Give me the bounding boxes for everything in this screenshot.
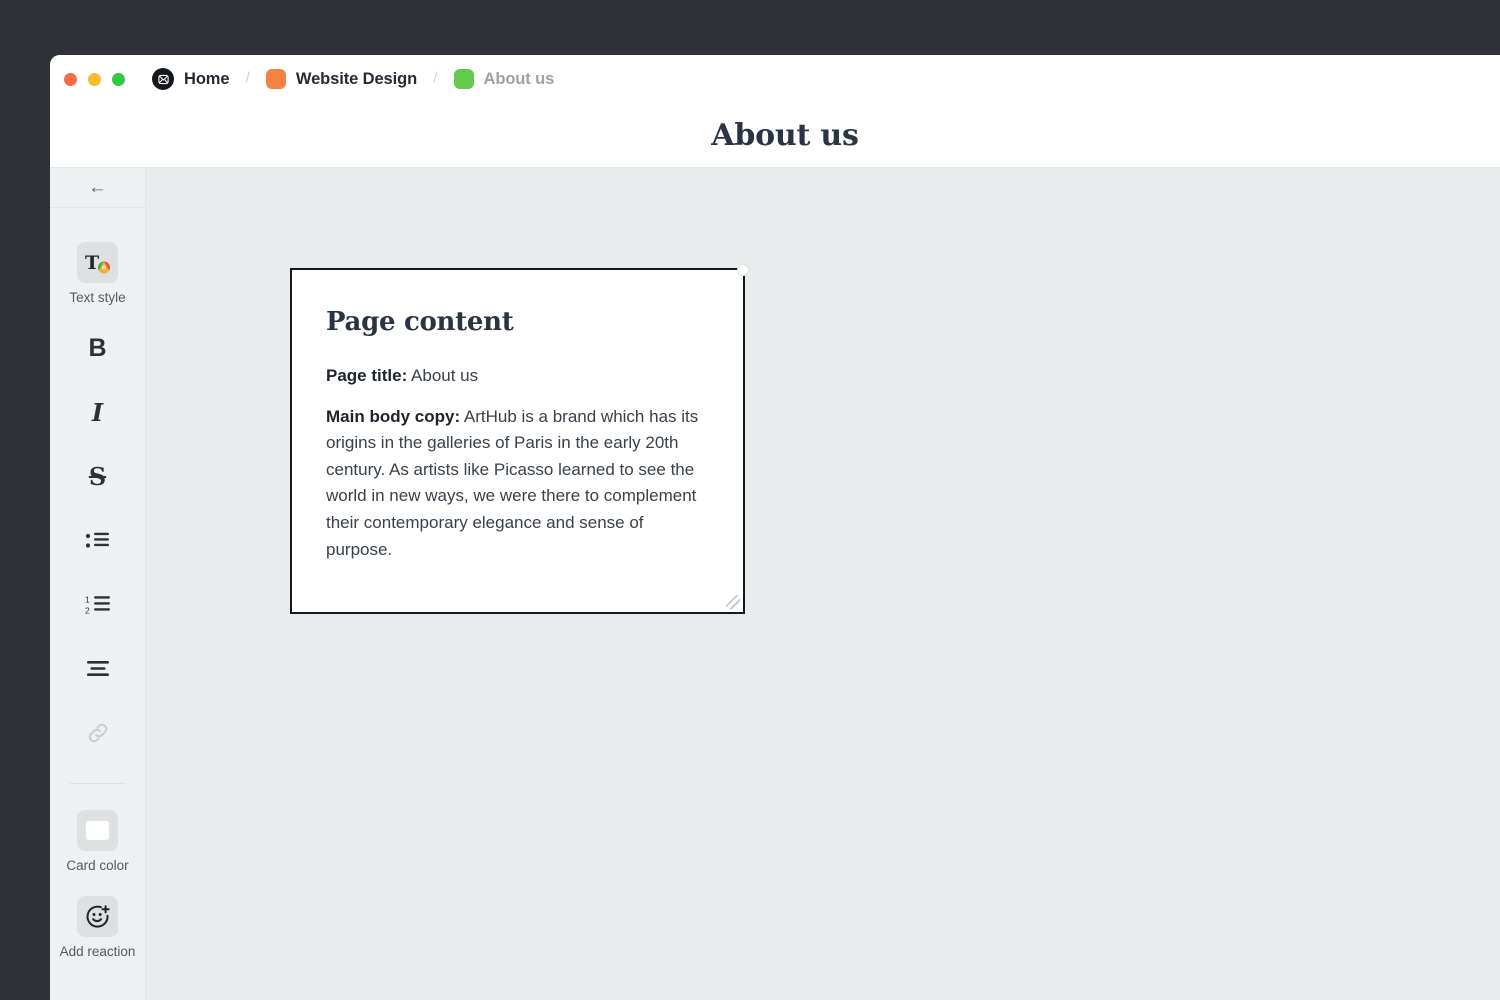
- formatting-sidebar: ← T Text style: [50, 168, 146, 1000]
- sidebar-item-add-reaction[interactable]: Add reaction: [50, 896, 145, 959]
- card-body: Page content Page title: About us Main b…: [292, 270, 743, 563]
- bold-icon: B: [77, 328, 118, 369]
- card-title: Page content: [326, 307, 709, 337]
- card-field-page-title: Page title: About us: [326, 363, 709, 390]
- text-style-icon: T: [77, 242, 118, 283]
- breadcrumb-item-website-design[interactable]: Website Design: [266, 69, 417, 89]
- italic-icon: I: [77, 392, 118, 433]
- canvas[interactable]: Page content Page title: About us Main b…: [146, 168, 1500, 1000]
- add-reaction-icon: [77, 896, 118, 937]
- card-color-icon: [77, 810, 118, 851]
- arrow-left-icon: ←: [88, 178, 107, 197]
- page-title: About us: [711, 118, 858, 153]
- sidebar-label-text-style: Text style: [69, 290, 125, 305]
- numbered-list-icon: 1 2: [77, 584, 118, 625]
- link-icon: [77, 712, 118, 753]
- sidebar-item-card-color[interactable]: Card color: [50, 810, 145, 873]
- sidebar-divider: [70, 783, 126, 784]
- card-field-label: Main body copy:: [326, 407, 460, 426]
- sidebar-item-bold[interactable]: B: [50, 328, 145, 369]
- app-logo-icon: [152, 68, 174, 90]
- sidebar-label-add-reaction: Add reaction: [60, 944, 136, 959]
- sidebar-item-link[interactable]: [50, 712, 145, 753]
- sidebar-item-text-style[interactable]: T Text style: [50, 242, 145, 305]
- card-field-label: Page title:: [326, 366, 407, 385]
- align-center-icon: [77, 648, 118, 689]
- titlebar: Home / Website Design / About us: [50, 55, 1500, 103]
- italic-glyph: I: [92, 398, 103, 427]
- breadcrumb-item-about-us[interactable]: About us: [454, 69, 555, 89]
- close-button[interactable]: [64, 73, 77, 86]
- strikethrough-glyph: S: [89, 462, 106, 491]
- breadcrumb-label-about-us: About us: [484, 70, 555, 89]
- svg-text:1: 1: [85, 594, 90, 604]
- sidebar-item-bulleted-list[interactable]: [50, 520, 145, 561]
- content-card[interactable]: Page content Page title: About us Main b…: [290, 268, 745, 614]
- breadcrumb-separator: /: [245, 70, 249, 88]
- maximize-button[interactable]: [112, 73, 125, 86]
- minimize-button[interactable]: [88, 73, 101, 86]
- board-swatch-green-icon: [454, 69, 474, 89]
- breadcrumb-item-home[interactable]: Home: [152, 68, 229, 90]
- sidebar-back-button[interactable]: ←: [50, 168, 145, 208]
- board-swatch-orange-icon: [266, 69, 286, 89]
- svg-text:2: 2: [85, 605, 90, 615]
- card-field-main-body-copy: Main body copy: ArtHub is a brand which …: [326, 404, 709, 564]
- breadcrumb-separator: /: [433, 70, 437, 88]
- breadcrumb: Home / Website Design / About us: [152, 68, 554, 90]
- card-field-value: About us: [407, 366, 478, 385]
- card-handle-top-right[interactable]: [737, 264, 749, 276]
- app-window: Home / Website Design / About us About u…: [50, 55, 1500, 1000]
- page-header: About us: [50, 103, 1500, 168]
- card-field-value: ArtHub is a brand which has its origins …: [326, 407, 698, 559]
- sidebar-item-strikethrough[interactable]: S: [50, 456, 145, 497]
- svg-text:T: T: [85, 252, 99, 274]
- card-color-swatch: [85, 820, 110, 841]
- bulleted-list-icon: [77, 520, 118, 561]
- sidebar-label-card-color: Card color: [66, 858, 128, 873]
- breadcrumb-label-website-design: Website Design: [296, 70, 417, 89]
- sidebar-item-numbered-list[interactable]: 1 2: [50, 584, 145, 625]
- breadcrumb-label-home: Home: [184, 70, 229, 89]
- sidebar-item-text-align[interactable]: [50, 648, 145, 689]
- window-controls: [64, 73, 125, 86]
- strikethrough-icon: S: [77, 456, 118, 497]
- card-resize-handle[interactable]: [726, 595, 740, 609]
- body-area: ← T Text style: [50, 168, 1500, 1000]
- bold-glyph: B: [88, 334, 106, 363]
- sidebar-item-italic[interactable]: I: [50, 392, 145, 433]
